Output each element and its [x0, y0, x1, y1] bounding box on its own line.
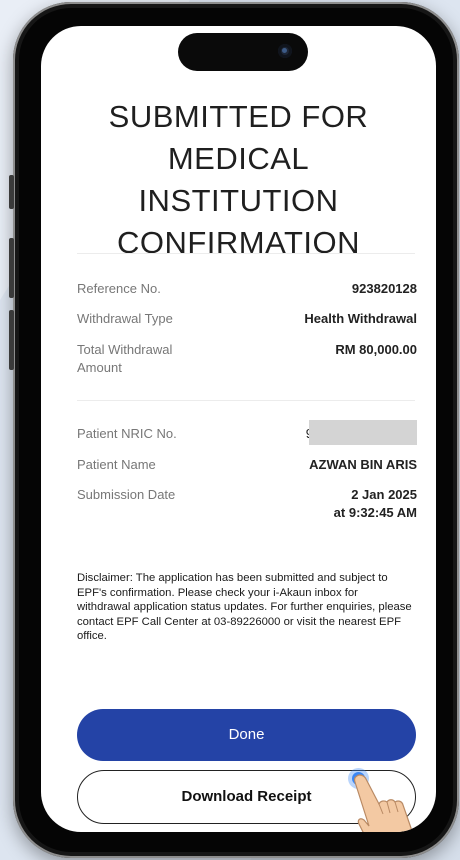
- reference-label: Reference No.: [77, 281, 161, 296]
- phone-side-button-volume-down: [9, 310, 14, 370]
- phone-screen: SUBMITTED FOR MEDICAL INSTITUTION CONFIR…: [41, 26, 436, 832]
- camera-icon: [278, 44, 292, 58]
- title-line-4: CONFIRMATION: [116, 225, 361, 260]
- patient-name-value: AZWAN BIN ARIS: [309, 457, 417, 472]
- patient-name-label: Patient Name: [77, 457, 156, 472]
- page-title: SUBMITTED FOR MEDICAL INSTITUTION CONFIR…: [41, 96, 436, 264]
- total-amount-label: Total Withdrawal Amount: [77, 342, 173, 375]
- submission-date: 2 Jan 2025: [351, 487, 417, 502]
- phone-side-button-volume-up: [9, 238, 14, 298]
- disclaimer-text: Disclaimer: The application has been sub…: [77, 572, 412, 642]
- submission-date-value: 2 Jan 2025 at 9:32:45 AM: [334, 486, 417, 522]
- dynamic-island: [178, 33, 308, 71]
- title-line-2: MEDICAL: [167, 141, 310, 176]
- divider-middle: [77, 400, 415, 401]
- divider-top: [77, 253, 415, 254]
- title-line-3: INSTITUTION: [138, 183, 339, 218]
- withdrawal-type-value: Health Withdrawal: [304, 311, 417, 326]
- withdrawal-type-label: Withdrawal Type: [77, 311, 173, 326]
- submission-date-label: Submission Date: [77, 487, 176, 502]
- nric-redaction-box: [309, 420, 417, 445]
- total-amount-value: RM 80,000.00: [335, 342, 417, 357]
- reference-value: 923820128: [351, 281, 417, 296]
- title-line-1: SUBMITTED FOR: [108, 99, 369, 134]
- submission-time: at 9:32:45 AM: [333, 505, 417, 520]
- done-button[interactable]: Done: [77, 709, 416, 761]
- pointing-hand-icon: [354, 774, 413, 832]
- patient-nric-label: Patient NRIC No.: [77, 426, 177, 441]
- phone-side-button-action: [9, 175, 14, 209]
